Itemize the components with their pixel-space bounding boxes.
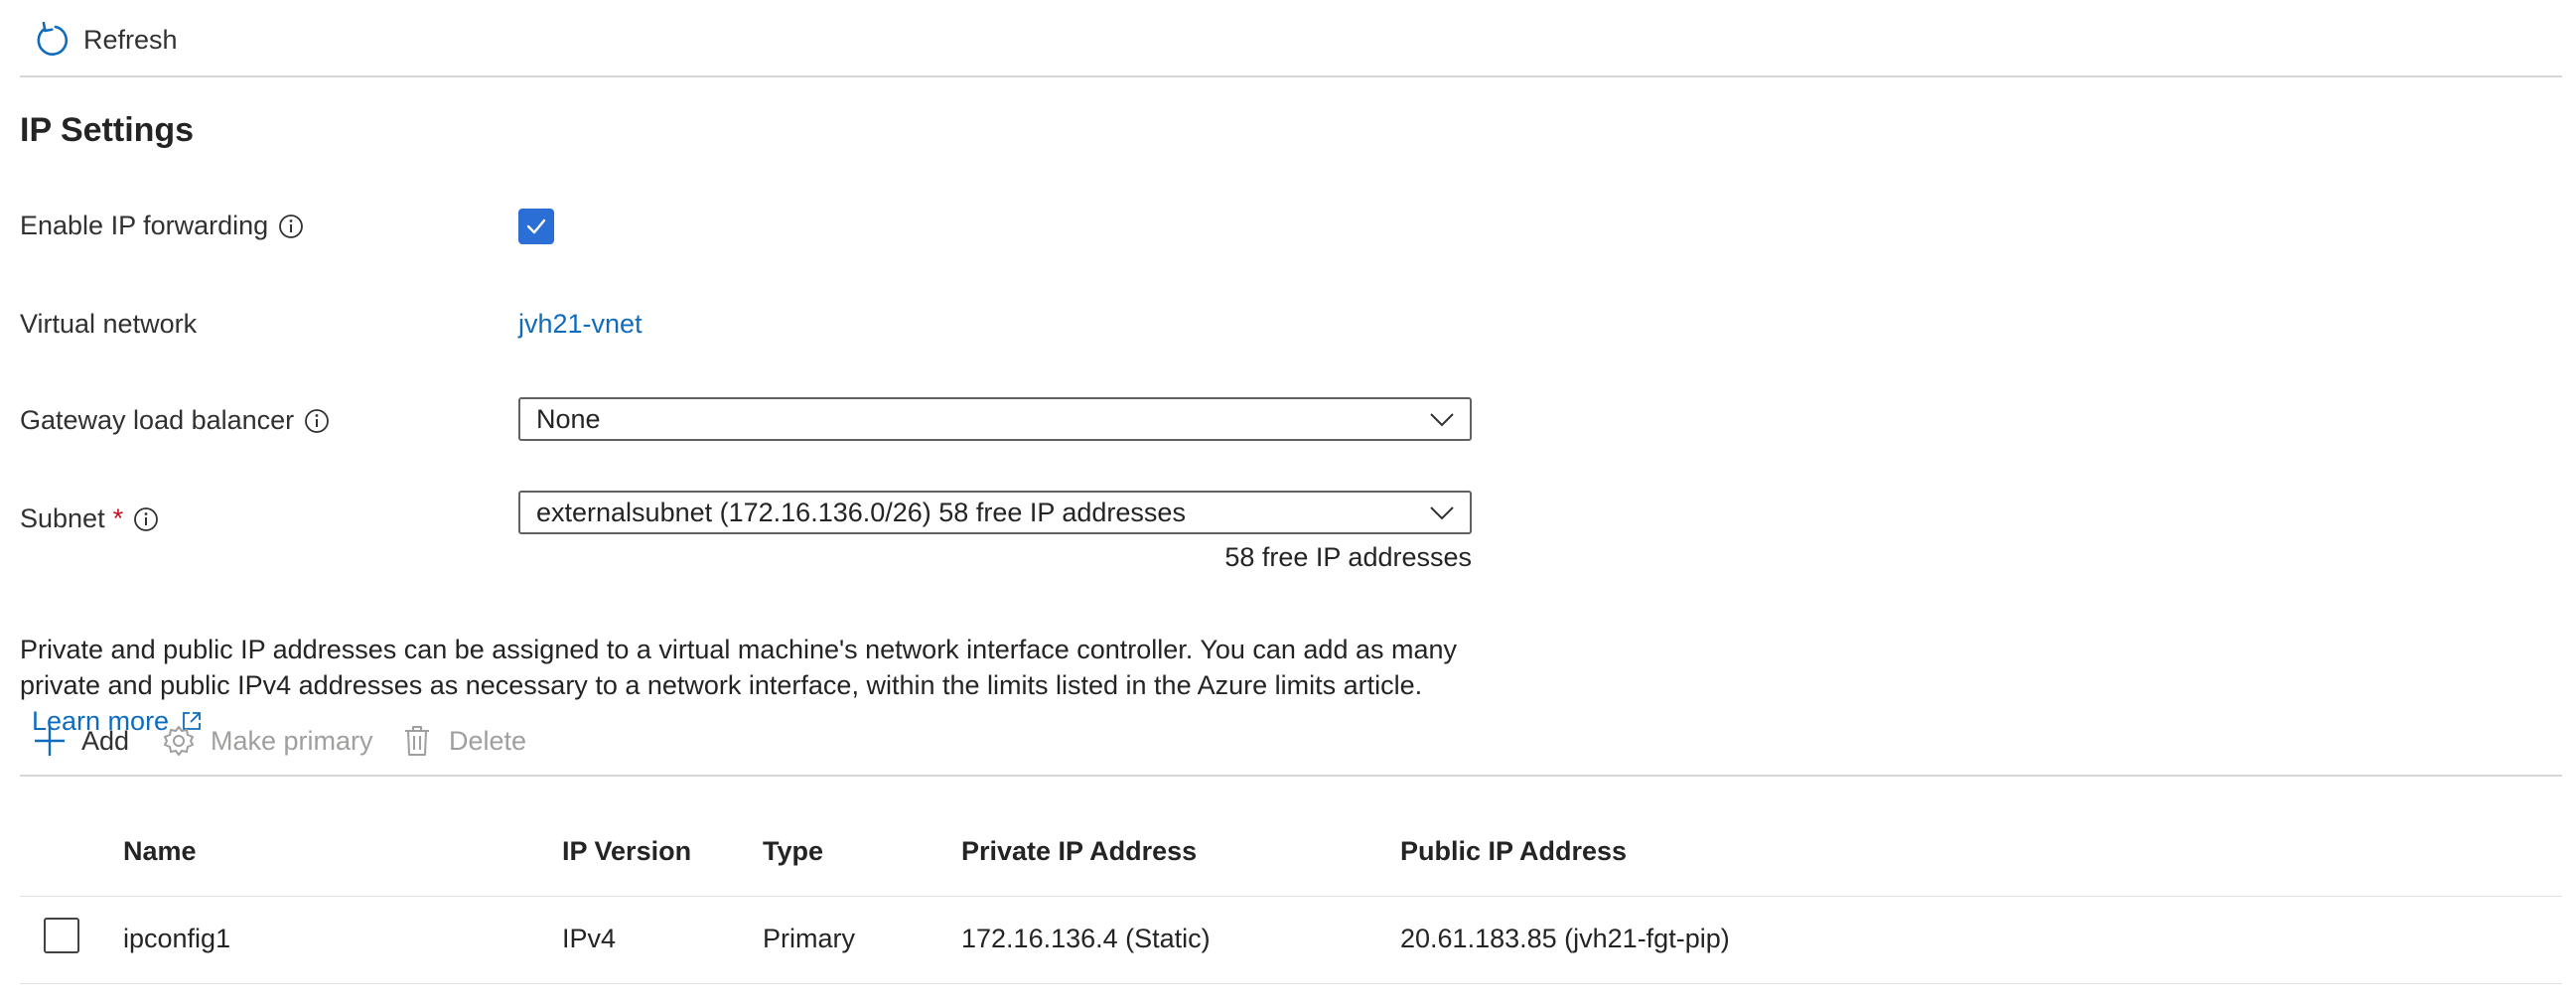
chevron-down-icon [1428, 499, 1456, 526]
subnet-value: externalsubnet (172.16.136.0/26) 58 free… [536, 497, 1186, 527]
gateway-lb-dropdown[interactable]: None [518, 397, 1472, 441]
column-header-public-ip[interactable]: Public IP Address [1400, 836, 1627, 867]
checkmark-icon [524, 215, 548, 238]
ip-forwarding-label: Enable IP forwarding [20, 211, 304, 241]
refresh-icon [32, 20, 72, 60]
refresh-button[interactable]: Refresh [32, 20, 178, 60]
info-icon[interactable] [133, 506, 159, 532]
gateway-lb-value: None [536, 403, 601, 434]
row-divider [20, 983, 2562, 984]
make-primary-button[interactable]: Make primary [161, 719, 373, 763]
ip-forwarding-text: Enable IP forwarding [20, 211, 269, 240]
type-cell: Primary [763, 924, 855, 953]
column-header-ip-version[interactable]: IP Version [562, 836, 691, 867]
gateway-lb-text: Gateway load balancer [20, 405, 295, 435]
trash-icon [399, 723, 435, 759]
delete-button[interactable]: Delete [399, 719, 526, 763]
public-ip-cell: 20.61.183.85 (jvh21-fgt-pip) [1400, 924, 1730, 953]
chevron-down-icon [1428, 405, 1456, 433]
ip-description-text: Private and public IP addresses can be a… [20, 635, 1458, 700]
section-title: IP Settings [20, 111, 195, 149]
column-header-type[interactable]: Type [763, 836, 823, 867]
virtual-network-label: Virtual network [20, 309, 198, 339]
delete-label: Delete [449, 725, 527, 756]
column-header-name[interactable]: Name [123, 836, 197, 867]
subnet-dropdown[interactable]: externalsubnet (172.16.136.0/26) 58 free… [518, 491, 1472, 534]
info-icon[interactable] [304, 408, 330, 434]
required-mark: * [112, 503, 124, 533]
subnet-label: Subnet * [20, 503, 159, 534]
private-ip-cell: 172.16.136.4 (Static) [961, 924, 1211, 953]
row-select-checkbox[interactable] [44, 918, 79, 953]
add-button[interactable]: Add [32, 719, 129, 763]
virtual-network-link[interactable]: jvh21-vnet [518, 309, 643, 340]
ip-version-cell: IPv4 [562, 924, 617, 953]
subnet-helper-text: 58 free IP addresses [1224, 542, 1472, 572]
command-bar: Refresh [20, 0, 2562, 77]
info-icon[interactable] [278, 214, 304, 239]
make-primary-label: Make primary [211, 725, 373, 756]
subnet-text: Subnet [20, 503, 105, 533]
row-divider [20, 896, 2562, 897]
column-header-private-ip[interactable]: Private IP Address [961, 836, 1197, 867]
refresh-label: Refresh [83, 24, 178, 55]
ipconfig-name-link[interactable]: ipconfig1 [123, 924, 230, 954]
ip-forwarding-checkbox[interactable] [518, 209, 554, 244]
ip-config-toolbar: Add Make primary Delete [20, 719, 2562, 777]
gear-icon [161, 723, 197, 759]
gateway-lb-label: Gateway load balancer [20, 405, 330, 436]
plus-icon [32, 723, 68, 759]
add-label: Add [81, 725, 130, 756]
